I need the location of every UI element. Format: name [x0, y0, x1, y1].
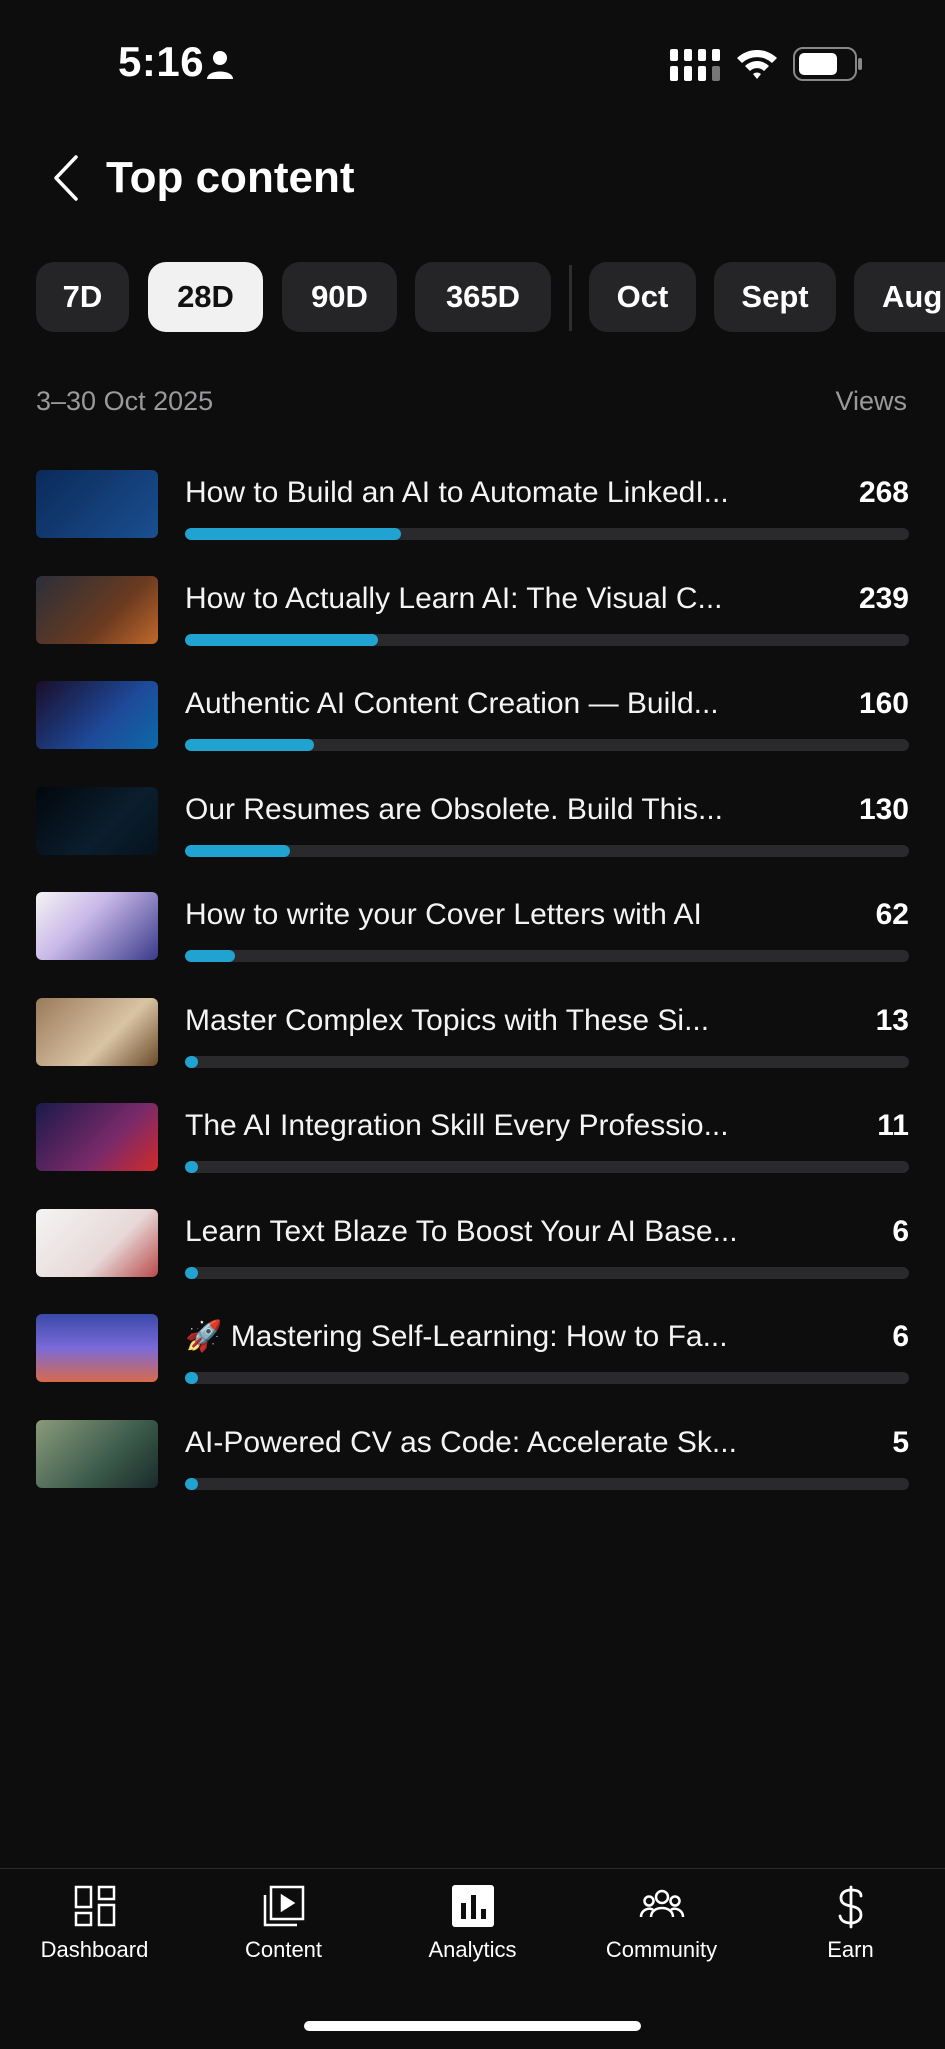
chip-aug[interactable]: Aug — [854, 262, 945, 332]
nav-label: Analytics — [428, 1937, 517, 1962]
content-row[interactable]: Learn Text Blaze To Boost Your AI Base..… — [0, 1208, 945, 1315]
views-bar-fill — [185, 1266, 199, 1279]
chip-sept[interactable]: Sept — [714, 262, 836, 332]
nav-community[interactable]: Community — [567, 1869, 756, 1989]
views-bar-fill — [185, 1372, 199, 1384]
view-count: 13 — [875, 1003, 909, 1037]
content-title: How to Build an AI to Automate LinkedI..… — [185, 476, 729, 509]
person-icon — [206, 50, 234, 85]
content-icon — [263, 1885, 305, 1932]
views-bar-fill — [185, 739, 314, 751]
views-bar-track — [185, 528, 909, 540]
status-time: 5:16 — [118, 38, 205, 85]
battery-icon — [793, 47, 863, 86]
video-thumbnail — [36, 1419, 158, 1488]
video-thumbnail — [36, 470, 158, 538]
home-indicator — [304, 2021, 641, 2031]
views-bar-track — [185, 1477, 909, 1490]
content-title: Authentic AI Content Creation — Build... — [185, 687, 719, 720]
views-column-label: Views — [835, 386, 907, 416]
content-row[interactable]: 🚀 Mastering Self-Learning: How to Fa... 6 — [0, 1314, 945, 1420]
nav-label: Earn — [827, 1937, 874, 1962]
views-bar-fill — [185, 844, 290, 857]
chip-oct[interactable]: Oct — [589, 262, 696, 332]
content-title: Learn Text Blaze To Boost Your AI Base..… — [185, 1214, 738, 1248]
content-title: Our Resumes are Obsolete. Build This... — [185, 792, 724, 826]
date-range: 3–30 Oct 2025 — [36, 386, 214, 416]
view-count: 62 — [875, 898, 909, 931]
views-bar-fill — [185, 633, 378, 646]
content-title: AI-Powered CV as Code: Accelerate Sk... — [185, 1425, 737, 1459]
views-bar-fill — [185, 528, 401, 540]
view-count: 6 — [892, 1320, 909, 1353]
view-count: 160 — [858, 687, 909, 720]
content-row[interactable]: Master Complex Topics with These Si... 13 — [0, 997, 945, 1104]
views-bar-fill — [185, 950, 235, 962]
wifi-icon — [735, 46, 779, 85]
views-bar-track — [185, 1161, 909, 1173]
views-bar-track — [185, 1372, 909, 1384]
views-bar-track — [185, 739, 909, 751]
back-button[interactable] — [36, 150, 96, 210]
view-count: 130 — [858, 792, 909, 826]
nav-label: Community — [605, 1937, 718, 1962]
dollar-icon — [836, 1885, 866, 1934]
views-bar-track — [185, 1055, 909, 1068]
view-count: 11 — [877, 1109, 909, 1142]
views-bar-fill — [185, 1055, 199, 1068]
chevron-left-icon — [52, 154, 80, 207]
content-title: Master Complex Topics with These Si... — [185, 1003, 710, 1037]
cellular-signal-icon — [670, 49, 720, 86]
analytics-icon — [451, 1885, 494, 1932]
content-title: How to Actually Learn AI: The Visual C..… — [185, 581, 723, 615]
views-bar-track — [185, 1266, 909, 1279]
content-row[interactable]: AI-Powered CV as Code: Accelerate Sk... 5 — [0, 1419, 945, 1526]
content-row[interactable]: How to write your Cover Letters with AI 6… — [0, 892, 945, 998]
community-icon — [639, 1885, 685, 1932]
dashboard-icon — [74, 1885, 116, 1932]
content-title: How to write your Cover Letters with AI — [185, 898, 702, 931]
date-filter-chips: 7D 28D 90D 365D Oct Sept Aug — [36, 262, 945, 332]
video-thumbnail — [36, 892, 158, 960]
video-thumbnail — [36, 575, 158, 644]
nav-dashboard[interactable]: Dashboard — [0, 1869, 189, 1989]
chip-divider — [569, 265, 572, 331]
nav-content[interactable]: Content — [189, 1869, 378, 1989]
page-title: Top content — [106, 153, 355, 202]
nav-label: Content — [244, 1937, 323, 1962]
content-row[interactable]: Our Resumes are Obsolete. Build This... 1… — [0, 786, 945, 893]
content-row[interactable]: How to Build an AI to Automate LinkedI..… — [0, 470, 945, 576]
view-count: 5 — [892, 1425, 909, 1459]
video-thumbnail — [36, 997, 158, 1066]
content-row[interactable]: Authentic AI Content Creation — Build...… — [0, 681, 945, 787]
nav-label: Dashboard — [40, 1937, 149, 1962]
view-count: 268 — [858, 476, 909, 509]
video-thumbnail — [36, 1314, 158, 1382]
content-title: 🚀 Mastering Self-Learning: How to Fa... — [185, 1320, 728, 1353]
views-bar-track — [185, 633, 909, 646]
status-bar: 5:16 — [0, 0, 945, 120]
video-thumbnail — [36, 1208, 158, 1277]
content-title: The AI Integration Skill Every Professio… — [185, 1109, 729, 1142]
views-bar-track — [185, 950, 909, 962]
chip-365d[interactable]: 365D — [415, 262, 551, 332]
video-thumbnail — [36, 786, 158, 855]
chip-90d[interactable]: 90D — [282, 262, 397, 332]
nav-earn[interactable]: Earn — [756, 1869, 945, 1989]
views-bar-fill — [185, 1477, 199, 1490]
video-thumbnail — [36, 1103, 158, 1171]
view-count: 6 — [892, 1214, 909, 1248]
chip-7d[interactable]: 7D — [36, 262, 129, 332]
view-count: 239 — [858, 581, 909, 615]
views-bar-track — [185, 844, 909, 857]
content-row[interactable]: How to Actually Learn AI: The Visual C..… — [0, 575, 945, 682]
content-row[interactable]: The AI Integration Skill Every Professio… — [0, 1103, 945, 1209]
views-bar-fill — [185, 1161, 199, 1173]
video-thumbnail — [36, 681, 158, 749]
nav-analytics[interactable]: Analytics — [378, 1869, 567, 1989]
chip-28d[interactable]: 28D — [148, 262, 263, 332]
